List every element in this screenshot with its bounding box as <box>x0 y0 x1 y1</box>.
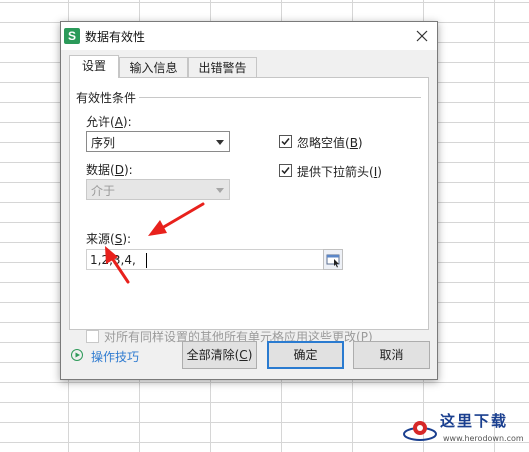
herodown-watermark: 这里下载 www.herodown.com <box>400 410 525 450</box>
red-arrow-icon <box>148 202 205 236</box>
red-arrow-icon <box>105 246 130 284</box>
watermark-url: www.herodown.com <box>443 434 524 443</box>
site-logo-icon <box>403 421 437 441</box>
tab-settings[interactable]: 设置 <box>69 55 119 78</box>
watermark-text: 这里下载 <box>440 412 509 430</box>
